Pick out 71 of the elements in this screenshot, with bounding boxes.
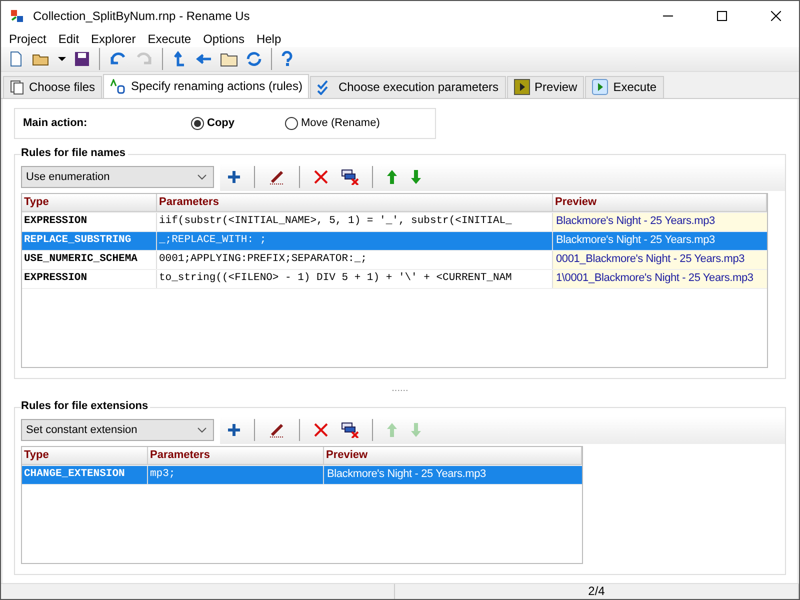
radio-option[interactable]: Copy bbox=[191, 116, 285, 130]
rule-row[interactable]: EXPRESSION iif(substr(<INITIAL_NAME>, 5, 1) = '_', substr(<INITIAL_ Blackmore's Night - 25 Years.mp3 bbox=[22, 212, 767, 232]
table-cell: USE_NUMERIC_SCHEMA bbox=[22, 250, 157, 268]
table-cell: REPLACE_SUBSTRING bbox=[22, 232, 157, 250]
menu-item[interactable]: Execute bbox=[142, 32, 198, 46]
rule-dropdown[interactable]: Use enumeration bbox=[21, 166, 214, 188]
up-arrow-icon bbox=[386, 422, 398, 438]
group-title: Rules for file names bbox=[21, 146, 128, 158]
menu-item[interactable]: Project bbox=[3, 32, 52, 46]
group-title: Rules for file extensions bbox=[21, 400, 150, 412]
column-header[interactable]: Parameters bbox=[157, 194, 553, 212]
save-icon bbox=[74, 50, 90, 66]
delete-icon bbox=[313, 422, 329, 438]
table-cell: 0001_Blackmore's Night - 25 Years.mp3 bbox=[553, 250, 767, 268]
table-cell: Blackmore's Night - 25 Years.mp3 bbox=[553, 212, 767, 230]
menu-item[interactable]: Help bbox=[250, 32, 288, 46]
up-arrow-icon bbox=[386, 168, 398, 184]
pencil-icon bbox=[268, 422, 286, 438]
folder-icon bbox=[220, 50, 238, 66]
caret-icon bbox=[58, 56, 66, 60]
table-cell: EXPRESSION bbox=[22, 270, 157, 288]
tab[interactable]: Preview bbox=[506, 76, 584, 98]
undo-icon bbox=[109, 50, 127, 66]
window-title: Collection_SplitByNum.rnp - Rename Us bbox=[33, 9, 251, 23]
chevron-icon bbox=[197, 174, 207, 180]
splitter-handle[interactable]: ...... bbox=[14, 382, 786, 396]
rule-row[interactable]: CHANGE_EXTENSION mp3; Blackmore's Night - 25 Years.mp3 bbox=[22, 466, 582, 484]
column-header[interactable]: Parameters bbox=[148, 446, 324, 464]
redo-icon bbox=[135, 50, 153, 66]
main-action-label: Main action: bbox=[23, 117, 88, 129]
documents-icon bbox=[10, 80, 24, 94]
delete-all-icon bbox=[341, 422, 359, 438]
maximize-icon bbox=[717, 11, 727, 21]
play-icon bbox=[514, 79, 530, 95]
help-icon bbox=[281, 50, 293, 66]
menu-item[interactable]: Explorer bbox=[85, 32, 142, 46]
chevron-icon bbox=[197, 426, 207, 432]
column-header[interactable]: Type bbox=[22, 194, 157, 212]
tab[interactable]: Execute bbox=[585, 76, 664, 98]
delete-all-icon bbox=[341, 168, 359, 184]
column-header[interactable]: Type bbox=[22, 446, 148, 464]
menu-item[interactable]: Options bbox=[197, 32, 250, 46]
plus-icon bbox=[227, 422, 241, 436]
app-icon bbox=[9, 8, 25, 24]
table-cell: EXPRESSION bbox=[22, 212, 157, 230]
new-file-icon bbox=[8, 50, 24, 66]
status-position: 2/4 bbox=[395, 584, 799, 599]
plus-icon bbox=[227, 170, 241, 184]
tab[interactable]: Choose execution parameters bbox=[310, 76, 506, 98]
radio-option[interactable]: Move (Rename) bbox=[285, 116, 380, 130]
play-icon bbox=[592, 79, 608, 95]
radio-button[interactable] bbox=[191, 116, 204, 130]
table-cell: 1\0001_Blackmore's Night - 25 Years.mp3 bbox=[553, 270, 767, 288]
shapes-icon bbox=[110, 78, 126, 94]
tab[interactable]: Choose files bbox=[3, 76, 102, 98]
down-arrow-icon bbox=[410, 422, 422, 438]
rule-row[interactable]: EXPRESSION to_string((<FILENO> - 1) DIV 5 + 1) + '\' + <CURRENT_NAM 1\0001_Blackmore's Night - 25 Years.mp3 bbox=[22, 270, 767, 288]
down-arrow-icon bbox=[410, 168, 422, 184]
close-icon bbox=[771, 11, 781, 21]
rule-row[interactable]: REPLACE_SUBSTRING _;REPLACE_WITH: ; Blackmore's Night - 25 Years.mp3 bbox=[22, 232, 767, 250]
radio-button[interactable] bbox=[285, 116, 298, 130]
pencil-icon bbox=[268, 168, 286, 184]
column-header[interactable]: Preview bbox=[324, 446, 582, 464]
refresh-icon bbox=[246, 50, 262, 66]
rule-row[interactable]: USE_NUMERIC_SCHEMA 0001;APPLYING:PREFIX;SEPARATOR:_; 0001_Blackmore's Night - 25 Years.mp3 bbox=[22, 250, 767, 270]
table-cell: CHANGE_EXTENSION bbox=[22, 466, 148, 484]
menu-item[interactable]: Edit bbox=[52, 32, 86, 46]
column-header[interactable]: Preview bbox=[553, 194, 767, 212]
rule-dropdown[interactable]: Set constant extension bbox=[21, 418, 214, 440]
delete-icon bbox=[313, 168, 329, 184]
tab[interactable]: Specify renaming actions (rules) bbox=[103, 74, 310, 98]
